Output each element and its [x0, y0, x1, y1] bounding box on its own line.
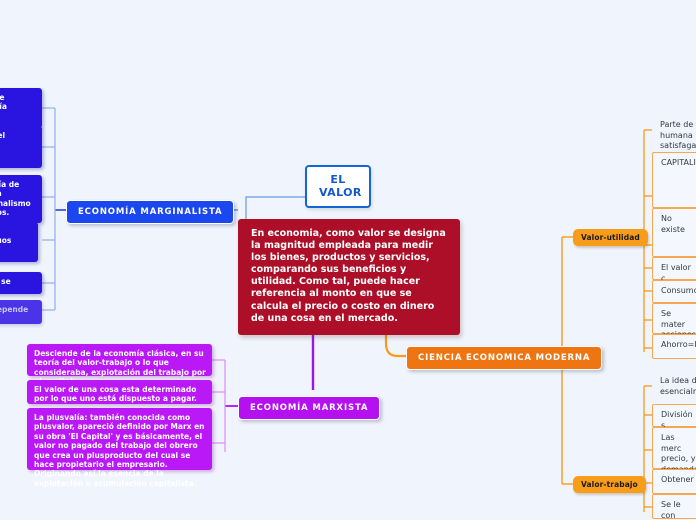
leaf-marxista-2[interactable]: El valor de una cosa esta determinado po… [27, 380, 212, 404]
branch-economia-marginalista[interactable]: ECONOMÍA MARGINALISTA [66, 200, 235, 224]
leaf-valor-utilidad-7[interactable]: Ahorro=I [652, 334, 696, 359]
leaf-marxista-3[interactable]: La plusvalía: también conocida como plus… [27, 408, 212, 488]
branch-ciencia-economica-moderna[interactable]: CIENCIA ECONOMICA MODERNA [406, 346, 603, 370]
leaf-valor-utilidad-4[interactable]: El valor c [652, 257, 696, 283]
leaf-marginalista-2[interactable]: ara el alor os, [0, 126, 42, 168]
leaf-valor-trabajo-3[interactable]: Las merc precio, y demanda [652, 427, 696, 474]
leaf-marxista-1[interactable]: Desciende de la economía clásica, en su … [27, 344, 212, 386]
leaf-valor-utilidad-5[interactable]: Consumo [652, 280, 696, 303]
root-node-el-valor[interactable]: EL VALOR [305, 165, 371, 208]
leaf-valor-trabajo-1[interactable]: La idea d esencialm [652, 374, 696, 399]
leaf-marginalista-5[interactable]: a, si se [0, 272, 42, 294]
mindmap-canvas: EL VALOR En economia, como valor se desi… [0, 0, 696, 520]
leaf-marginalista-1[interactable]: e que nomía [0, 88, 42, 128]
central-description-block[interactable]: En economia, como valor se designa la ma… [238, 219, 460, 335]
leaf-valor-trabajo-4[interactable]: Obtener [652, 469, 696, 494]
leaf-marginalista-4[interactable]: te ividuos [0, 222, 38, 262]
subbranch-valor-utilidad[interactable]: Valor-utilidad [573, 229, 648, 246]
branch-economia-marxista[interactable]: ECONOMÍA MARXISTA [238, 396, 381, 420]
leaf-marginalista-6[interactable]: a, depende [0, 300, 42, 324]
leaf-valor-utilidad-3[interactable]: No existe [652, 208, 696, 257]
leaf-valor-utilidad-2[interactable]: CAPITALI [652, 152, 696, 208]
leaf-marginalista-3[interactable]: teoría de de la arginalismo recios. [0, 175, 42, 223]
leaf-valor-trabajo-5[interactable]: Se le con [652, 494, 696, 520]
subbranch-valor-trabajo[interactable]: Valor-trabajo [573, 476, 646, 493]
leaf-valor-utilidad-6[interactable]: Se mater acciones [652, 303, 696, 339]
leaf-valor-trabajo-2[interactable]: División s [652, 404, 696, 430]
leaf-valor-utilidad-1[interactable]: Parte de humana satisfaga [652, 118, 696, 154]
